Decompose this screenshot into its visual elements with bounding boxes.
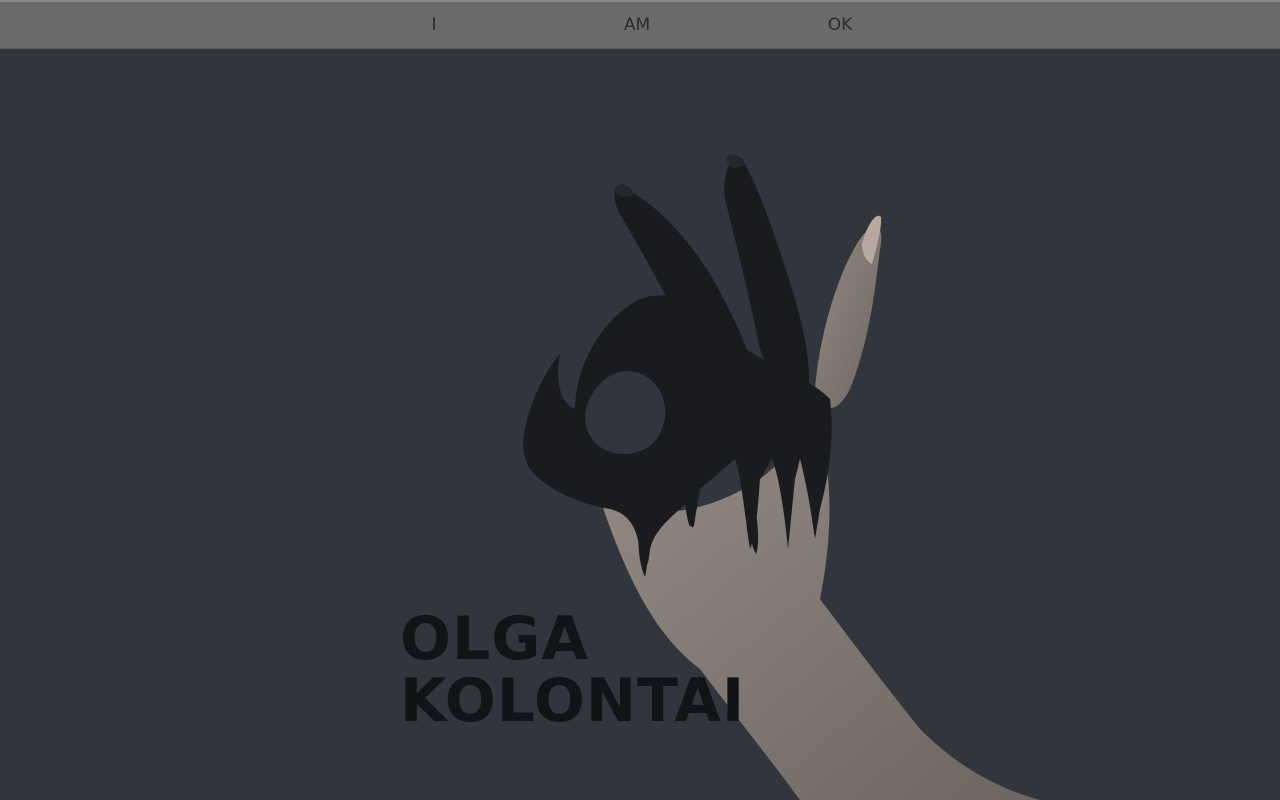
page: I AM OK OLGA KOLONTAI bbox=[0, 0, 1280, 800]
hero-section: OLGA KOLONTAI bbox=[0, 49, 1280, 800]
nav-item-ok[interactable]: OK bbox=[828, 15, 853, 35]
artist-last-name: KOLONTAI bbox=[400, 666, 746, 736]
nav-item-am[interactable]: AM bbox=[624, 15, 650, 35]
artist-name-heading: OLGA KOLONTAI bbox=[400, 608, 745, 732]
top-navigation: I AM OK bbox=[0, 2, 1280, 49]
artist-first-name: OLGA bbox=[400, 604, 589, 674]
nail-highlight-shape bbox=[726, 154, 744, 168]
nav-item-i[interactable]: I bbox=[431, 15, 436, 35]
